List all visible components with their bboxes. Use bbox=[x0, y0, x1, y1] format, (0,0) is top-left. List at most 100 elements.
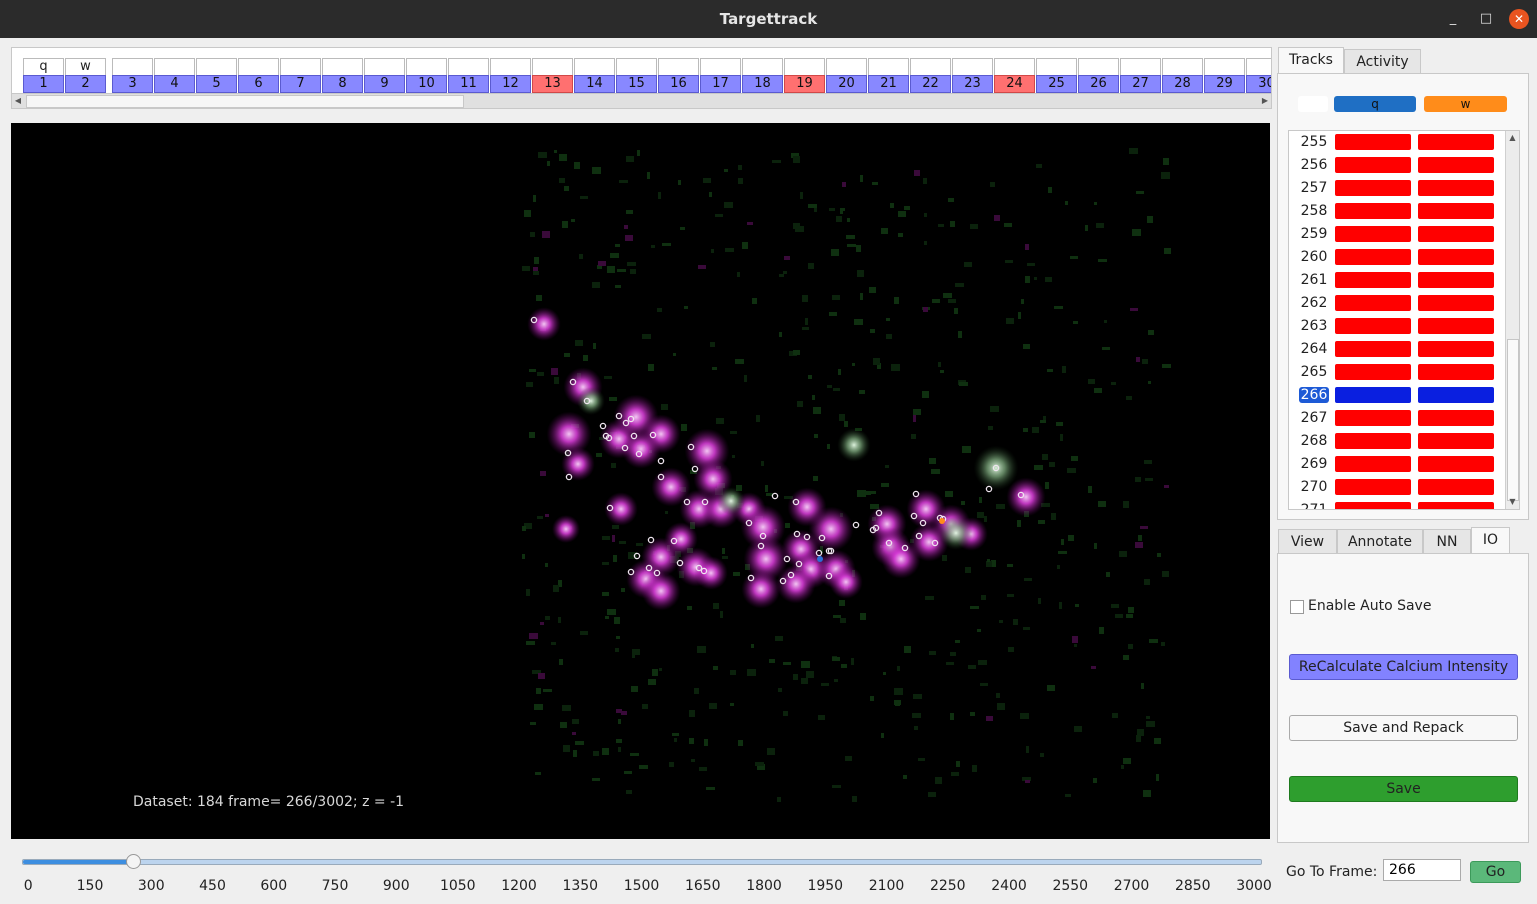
track-row[interactable]: 260 bbox=[1289, 246, 1507, 269]
maximize-button[interactable]: □ bbox=[1476, 9, 1496, 29]
minimize-button[interactable]: _ bbox=[1443, 9, 1463, 29]
track-row[interactable]: 271 bbox=[1289, 499, 1507, 509]
track-cell-q[interactable] bbox=[1335, 180, 1411, 196]
track-row[interactable]: 259 bbox=[1289, 223, 1507, 246]
tab-view[interactable]: View bbox=[1278, 529, 1337, 555]
neuron-button[interactable]: 30 bbox=[1246, 75, 1271, 93]
neuron-key-23[interactable]: 23 bbox=[952, 58, 993, 93]
neuron-button[interactable]: 3 bbox=[112, 75, 153, 93]
track-cell-w[interactable] bbox=[1418, 387, 1494, 403]
track-row[interactable]: 266 bbox=[1289, 384, 1507, 407]
neuron-button[interactable]: 19 bbox=[784, 75, 825, 93]
image-view[interactable]: Dataset: 184 frame= 266/3002; z = -1 bbox=[11, 123, 1270, 839]
neuron-button[interactable]: 2 bbox=[65, 75, 106, 93]
tab-io[interactable]: IO bbox=[1471, 527, 1510, 554]
track-cell-w[interactable] bbox=[1418, 410, 1494, 426]
neuron-button[interactable]: 23 bbox=[952, 75, 993, 93]
neuron-button[interactable]: 26 bbox=[1078, 75, 1119, 93]
track-cell-w[interactable] bbox=[1418, 134, 1494, 150]
neuron-button[interactable]: 22 bbox=[910, 75, 951, 93]
neuron-button[interactable]: 17 bbox=[700, 75, 741, 93]
neuron-button[interactable]: 11 bbox=[448, 75, 489, 93]
neuron-button[interactable]: 4 bbox=[154, 75, 195, 93]
track-cell-w[interactable] bbox=[1418, 157, 1494, 173]
track-cell-w[interactable] bbox=[1418, 479, 1494, 495]
track-cell-q[interactable] bbox=[1335, 272, 1411, 288]
track-row[interactable]: 257 bbox=[1289, 177, 1507, 200]
track-row[interactable]: 262 bbox=[1289, 292, 1507, 315]
track-list-scrollbar[interactable]: ▲ ▼ bbox=[1505, 131, 1519, 509]
neuron-button[interactable]: 8 bbox=[322, 75, 363, 93]
neuron-key-11[interactable]: 11 bbox=[448, 58, 489, 93]
track-cell-q[interactable] bbox=[1335, 502, 1411, 509]
tab-activity[interactable]: Activity bbox=[1344, 49, 1421, 75]
neuron-button[interactable]: 1 bbox=[23, 75, 64, 93]
track-row[interactable]: 265 bbox=[1289, 361, 1507, 384]
image-canvas[interactable] bbox=[11, 123, 1270, 839]
track-cell-q[interactable] bbox=[1335, 226, 1411, 242]
neuron-key-25[interactable]: 25 bbox=[1036, 58, 1077, 93]
tab-nn[interactable]: NN bbox=[1423, 529, 1471, 555]
goto-frame-input[interactable] bbox=[1383, 859, 1461, 881]
neuron-key-12[interactable]: 12 bbox=[490, 58, 531, 93]
save-button[interactable]: Save bbox=[1289, 776, 1518, 802]
neuron-bar-scrollbar[interactable]: ◀ ▶ bbox=[12, 93, 1271, 108]
neuron-button[interactable]: 13 bbox=[532, 75, 573, 93]
neuron-button[interactable]: 9 bbox=[364, 75, 405, 93]
neuron-key-29[interactable]: 29 bbox=[1204, 58, 1245, 93]
neuron-key-14[interactable]: 14 bbox=[574, 58, 615, 93]
neuron-button[interactable]: 24 bbox=[994, 75, 1035, 93]
neuron-key-10[interactable]: 10 bbox=[406, 58, 447, 93]
recalculate-calcium-button[interactable]: ReCalculate Calcium Intensity bbox=[1289, 654, 1518, 680]
neuron-key-1[interactable]: q1 bbox=[23, 58, 64, 93]
neuron-button[interactable]: 27 bbox=[1120, 75, 1161, 93]
neuron-key-4[interactable]: 4 bbox=[154, 58, 195, 93]
neuron-button[interactable]: 7 bbox=[280, 75, 321, 93]
track-cell-w[interactable] bbox=[1418, 502, 1494, 509]
go-button[interactable]: Go bbox=[1470, 861, 1521, 883]
neuron-button[interactable]: 20 bbox=[826, 75, 867, 93]
track-cell-w[interactable] bbox=[1418, 318, 1494, 334]
neuron-button[interactable]: 10 bbox=[406, 75, 447, 93]
track-cell-q[interactable] bbox=[1335, 203, 1411, 219]
neuron-key-30[interactable]: 30 bbox=[1246, 58, 1271, 93]
neuron-button[interactable]: 12 bbox=[490, 75, 531, 93]
neuron-button[interactable]: 29 bbox=[1204, 75, 1245, 93]
track-cell-q[interactable] bbox=[1335, 249, 1411, 265]
track-cell-w[interactable] bbox=[1418, 364, 1494, 380]
tab-tracks[interactable]: Tracks bbox=[1278, 47, 1344, 74]
neuron-bar-scroll-thumb[interactable] bbox=[26, 95, 464, 108]
save-and-repack-button[interactable]: Save and Repack bbox=[1289, 715, 1518, 741]
track-cell-w[interactable] bbox=[1418, 226, 1494, 242]
track-row[interactable]: 256 bbox=[1289, 154, 1507, 177]
neuron-key-22[interactable]: 22 bbox=[910, 58, 951, 93]
neuron-button[interactable]: 6 bbox=[238, 75, 279, 93]
neuron-button[interactable]: 21 bbox=[868, 75, 909, 93]
auto-save-checkbox[interactable] bbox=[1290, 600, 1304, 614]
scroll-right-arrow-icon[interactable]: ▶ bbox=[1259, 94, 1271, 108]
scroll-up-arrow-icon[interactable]: ▲ bbox=[1506, 131, 1519, 145]
neuron-key-28[interactable]: 28 bbox=[1162, 58, 1203, 93]
close-button[interactable]: ✕ bbox=[1509, 9, 1529, 29]
neuron-key-5[interactable]: 5 bbox=[196, 58, 237, 93]
scroll-left-arrow-icon[interactable]: ◀ bbox=[12, 94, 24, 108]
track-cell-w[interactable] bbox=[1418, 203, 1494, 219]
track-cell-q[interactable] bbox=[1335, 134, 1411, 150]
frame-slider-handle[interactable] bbox=[125, 854, 141, 869]
neuron-button[interactable]: 14 bbox=[574, 75, 615, 93]
track-row[interactable]: 268 bbox=[1289, 430, 1507, 453]
track-cell-q[interactable] bbox=[1335, 456, 1411, 472]
neuron-key-2[interactable]: w2 bbox=[65, 58, 106, 93]
track-cell-q[interactable] bbox=[1335, 364, 1411, 380]
track-row[interactable]: 269 bbox=[1289, 453, 1507, 476]
frame-slider[interactable] bbox=[22, 854, 1262, 869]
track-cell-w[interactable] bbox=[1418, 180, 1494, 196]
track-cell-w[interactable] bbox=[1418, 272, 1494, 288]
neuron-key-21[interactable]: 21 bbox=[868, 58, 909, 93]
neuron-button[interactable]: 15 bbox=[616, 75, 657, 93]
track-list-scroll-thumb[interactable] bbox=[1507, 339, 1519, 501]
neuron-key-27[interactable]: 27 bbox=[1120, 58, 1161, 93]
neuron-button[interactable]: 25 bbox=[1036, 75, 1077, 93]
neuron-key-17[interactable]: 17 bbox=[700, 58, 741, 93]
track-list[interactable]: 255 256 257 258 259 260 261 262 263 264 265 266 267 2… bbox=[1288, 130, 1520, 510]
